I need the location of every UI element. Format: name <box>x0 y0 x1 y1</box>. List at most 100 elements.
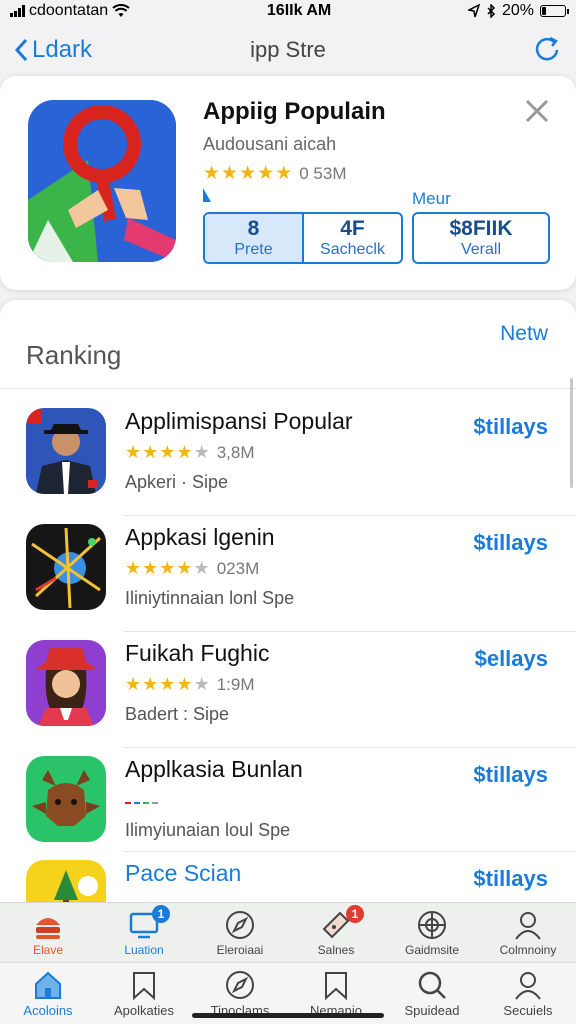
tab-eleroiaai[interactable]: Eleroiaai <box>192 903 288 962</box>
compass-icon <box>226 971 254 999</box>
tab-elave[interactable]: Elave <box>0 903 96 962</box>
price-button[interactable]: $tillays <box>473 530 548 556</box>
stat-segmented-control: 8 Prete 4F Sacheclk <box>203 212 403 264</box>
app-name: Appkasi lgenin <box>125 524 275 550</box>
price-button[interactable]: $ellays <box>475 646 548 672</box>
featured-app-subtitle: Audousani aicah <box>203 134 337 154</box>
tab-label: Gaidmsite <box>404 943 460 957</box>
search-icon <box>418 971 446 999</box>
app-rating: ★★★★★ 3,8M <box>125 442 255 463</box>
rating-count: 3,8M <box>216 442 255 462</box>
rating-stars: ★★★★★ <box>203 163 294 184</box>
status-bar: cdoontatan 16IIk AM 20% <box>0 0 576 22</box>
tab-secuiels[interactable]: Secuiels <box>480 963 576 1024</box>
tab-gaidmsite[interactable]: Gaidmsite <box>384 903 480 962</box>
home-indicator[interactable] <box>192 1013 384 1018</box>
tab-luation[interactable]: 1 Luation <box>96 903 192 962</box>
tab-label: Apolkaties <box>114 1003 174 1018</box>
price-button[interactable]: $tillays <box>473 762 548 788</box>
app-category: Iliniytinnaian lonl Spe <box>125 588 295 608</box>
nav-bar: Ldark ipp Stre <box>0 28 576 72</box>
ranking-title: Ranking <box>26 340 122 370</box>
app-category: Ilimyiunaian loul Spe <box>125 820 291 840</box>
refresh-icon[interactable] <box>532 35 562 65</box>
tab-label: Salnes <box>317 943 355 957</box>
tab-label: Spuidead <box>404 1003 460 1018</box>
price-button[interactable]: $tillays <box>473 866 548 892</box>
tab-label: Acoloins <box>23 1003 73 1018</box>
stat-segment-1[interactable]: 8 Prete <box>205 214 304 262</box>
app-name: Applkasia Bunlan <box>125 756 303 782</box>
tab-bar-lower: Acoloins Apolkaties Tinoclams Nemanio Sp… <box>0 962 576 1024</box>
featured-app-title: Appiig Populain <box>203 98 386 125</box>
app-category: Apkeri · Sipe <box>125 472 229 492</box>
tab-apolkaties[interactable]: Apolkaties <box>96 963 192 1024</box>
stat-segment-2[interactable]: 4F Sacheclk <box>304 214 401 262</box>
app-rating: ★★★★★ 023M <box>125 558 259 579</box>
app-row[interactable]: Applimispansi Popular ★★★★★ 3,8M Apkeri … <box>0 400 576 516</box>
bookmark-icon <box>133 972 155 1001</box>
rating-stars: ★★★★★ <box>125 442 211 462</box>
tab-label: Luation <box>124 943 164 957</box>
home-icon <box>35 971 61 999</box>
burger-icon <box>36 918 60 939</box>
stat-label: Prete <box>234 241 273 258</box>
rating-count: 0 53M <box>299 163 347 183</box>
app-category: Badert : Sipe <box>125 704 230 724</box>
person-icon <box>515 912 541 940</box>
clock: 16IIk AM <box>266 2 332 19</box>
pin-hands-icon <box>28 100 176 262</box>
app-row[interactable]: Applkasia Bunlan Ilimyiunaian loul Spe $… <box>0 748 576 852</box>
tab-salnes[interactable]: 1 Salnes <box>288 903 384 962</box>
battery-icon <box>539 5 569 17</box>
notification-badge: 1 <box>152 905 170 923</box>
chevron-left-icon <box>14 38 28 62</box>
app-name: Applimispansi Popular <box>125 408 353 434</box>
app-row[interactable]: Fuikah Fughic ★★★★★ 1:9M Badert : Sipe $… <box>0 632 576 748</box>
divider <box>0 388 576 389</box>
tab-bar-upper: Elave 1 Luation Eleroiaai 1 Salnes Gaidm… <box>0 902 576 962</box>
featured-app-card[interactable]: Appiig Populain Audousani aicah ★★★★★ 0 … <box>0 76 576 290</box>
rating-stars: ★★★★★ <box>125 558 211 578</box>
notification-badge: 1 <box>346 905 364 923</box>
stat-value: 8 <box>247 217 260 240</box>
portrait-man-icon <box>26 408 106 494</box>
bluetooth-icon <box>487 4 496 18</box>
tab-label: Elave <box>32 943 64 957</box>
tab-colmnoiny[interactable]: Colmnoiny <box>480 903 576 962</box>
signal-icon <box>10 5 25 17</box>
tab-label: Eleroiaai <box>216 943 264 957</box>
tab-acoloins[interactable]: Acoloins <box>0 963 96 1024</box>
wifi-icon <box>112 4 130 17</box>
color-dashes <box>125 802 158 804</box>
rating-stars: ★★★★★ <box>125 674 211 694</box>
back-button[interactable]: Ldark <box>14 36 92 64</box>
stat-value: 4F <box>340 217 365 240</box>
featured-app-icon[interactable] <box>28 100 176 262</box>
carrier-label: cdoontatan <box>29 2 109 19</box>
status-right: 20% <box>467 2 569 20</box>
price-button[interactable]: $tillays <box>473 414 548 440</box>
rating-count: 023M <box>216 558 260 578</box>
status-left: cdoontatan <box>10 2 130 20</box>
app-name: Fuikah Fughic <box>125 640 270 666</box>
new-link[interactable]: Netw <box>500 322 548 346</box>
more-link[interactable]: Meur <box>412 189 451 209</box>
tab-label: Colmnoiny <box>499 943 557 957</box>
tab-label: Secuiels <box>503 1003 553 1018</box>
target-icon <box>418 911 446 939</box>
close-icon[interactable] <box>524 98 550 124</box>
rating-count: 1:9M <box>216 674 255 694</box>
location-icon <box>467 4 480 18</box>
price-label: Verall <box>460 241 502 258</box>
price-value: $8FIIK <box>449 217 513 240</box>
get-price-button[interactable]: $8FIIK Verall <box>412 212 550 264</box>
person-icon <box>515 972 541 1000</box>
tab-spuidead[interactable]: Spuidead <box>384 963 480 1024</box>
stat-label: Sacheclk <box>320 241 385 258</box>
portrait-woman-hat-icon <box>26 640 106 726</box>
ranking-panel: Ranking Netw Applimispansi Popular ★★★★★… <box>0 300 576 920</box>
bookmark-icon <box>325 972 347 1001</box>
app-row[interactable]: Appkasi lgenin ★★★★★ 023M Iliniytinnaian… <box>0 516 576 632</box>
battery-percent: 20% <box>501 2 534 19</box>
